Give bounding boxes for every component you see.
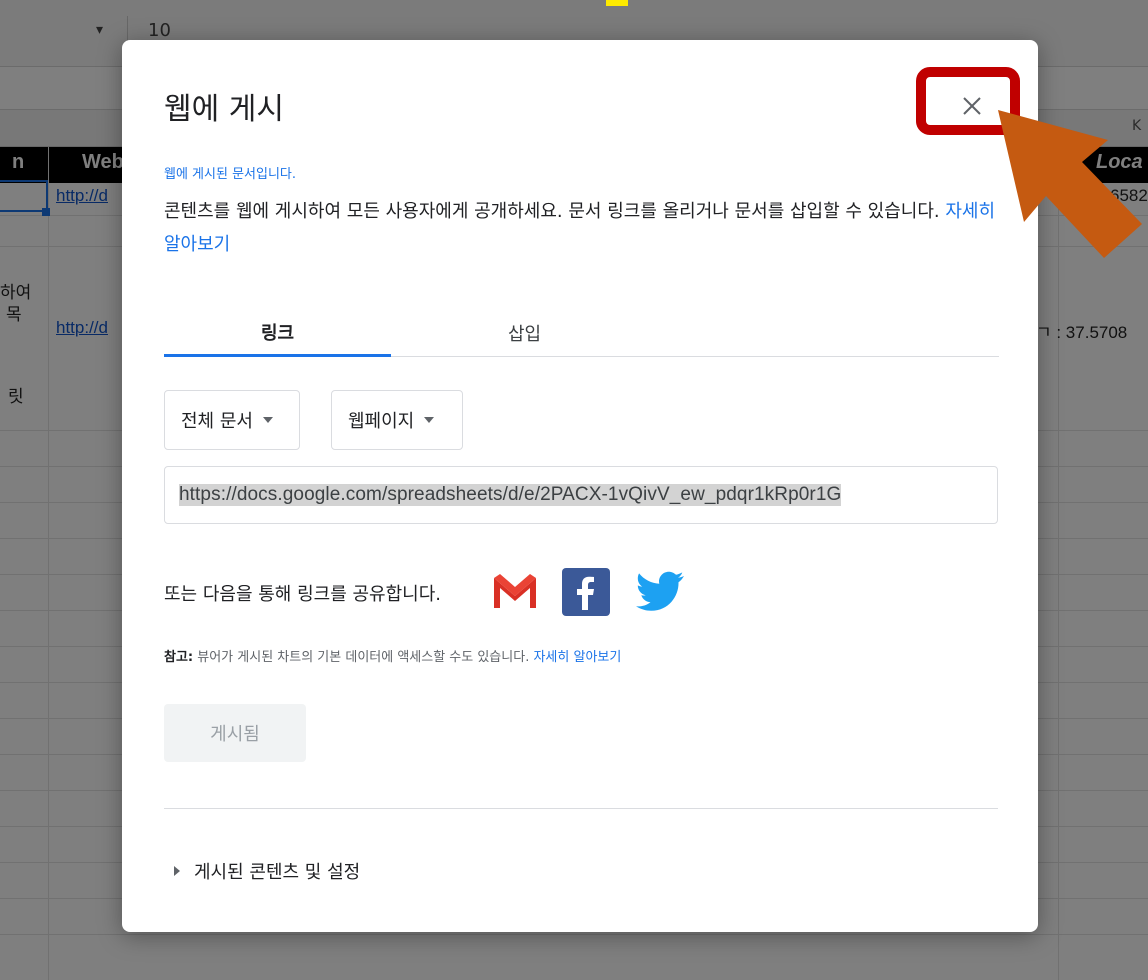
dialog-description: 콘텐츠를 웹에 게시하여 모든 사용자에게 공개하세요. 문서 링크를 올리거나… — [164, 195, 1004, 261]
published-url-text: https://docs.google.com/spreadsheets/d/e… — [179, 484, 842, 506]
dialog-title: 웹에 게시 — [164, 92, 284, 127]
pointer-arrow-icon — [998, 110, 1142, 258]
facebook-icon[interactable] — [562, 568, 610, 616]
published-button[interactable]: 게시됨 — [164, 704, 306, 762]
format-dropdown[interactable]: 웹페이지 — [331, 390, 463, 450]
note-body: 뷰어가 게시된 차트의 기본 데이터에 액세스할 수도 있습니다. — [197, 650, 530, 665]
tab-link[interactable]: 링크 — [164, 310, 391, 357]
dropdown-value: 웹페이지 — [348, 411, 415, 432]
tab-embed[interactable]: 삽입 — [411, 310, 638, 356]
description-text: 콘텐츠를 웹에 게시하여 모든 사용자에게 공개하세요. 문서 링크를 올리거나… — [164, 201, 940, 222]
dropdown-arrow-icon — [262, 417, 273, 423]
published-settings-toggle[interactable]: 게시된 콘텐츠 및 설정 — [174, 858, 360, 884]
published-status: 웹에 게시된 문서입니다. — [164, 167, 296, 182]
note-label: 참고: — [164, 650, 194, 665]
divider — [164, 808, 998, 809]
tab-bar: 링크 삽입 — [164, 310, 999, 357]
published-url-field[interactable]: https://docs.google.com/spreadsheets/d/e… — [164, 466, 998, 524]
gmail-icon[interactable] — [490, 568, 540, 612]
share-label: 또는 다음을 통해 링크를 공유합니다. — [164, 584, 442, 605]
note-text: 참고: 뷰어가 게시된 차트의 기본 데이터에 액세스할 수도 있습니다. 자세… — [164, 646, 621, 665]
settings-toggle-label: 게시된 콘텐츠 및 설정 — [194, 862, 361, 883]
expand-arrow-icon — [174, 866, 180, 876]
twitter-icon[interactable] — [634, 568, 686, 616]
note-learn-more-link[interactable]: 자세히 알아보기 — [533, 650, 621, 665]
dropdown-value: 전체 문서 — [181, 411, 253, 432]
document-scope-dropdown[interactable]: 전체 문서 — [164, 390, 300, 450]
publish-to-web-dialog: 웹에 게시 웹에 게시된 문서입니다. 콘텐츠를 웹에 게시하여 모든 사용자에… — [122, 40, 1038, 932]
dropdown-arrow-icon — [424, 417, 435, 423]
highlight-mark — [606, 0, 628, 6]
